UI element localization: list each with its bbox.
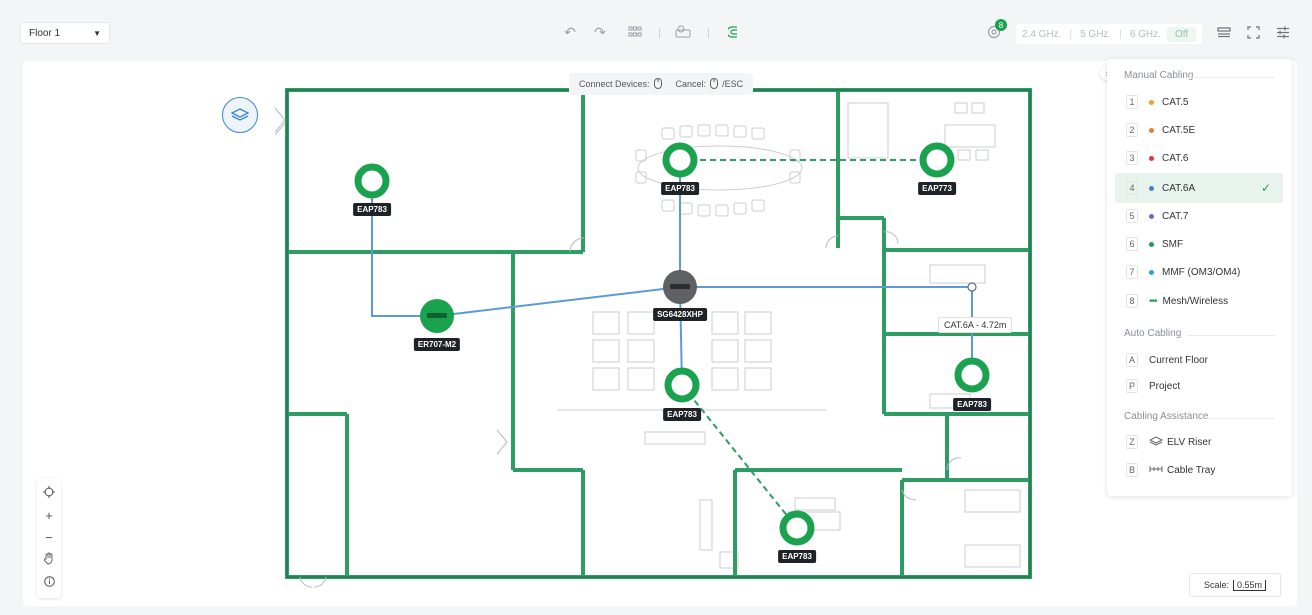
cable-color-dot xyxy=(1149,269,1154,275)
cable-option-label: CAT.6 xyxy=(1162,152,1189,164)
assist-elv-riser[interactable]: Z ELV Riser xyxy=(1115,429,1283,455)
cable-option-cat6a[interactable]: 4 CAT.6A ✓ xyxy=(1115,173,1283,203)
device-label: EAP783 xyxy=(953,398,991,411)
cable-color-dot xyxy=(1149,155,1154,161)
mouse-left-icon xyxy=(653,77,662,91)
device-label: EAP783 xyxy=(778,550,816,563)
auto-cabling-title: Auto Cabling xyxy=(1124,328,1182,339)
eap783-device-1 xyxy=(354,163,390,199)
connect-hint-text: Connect Devices: xyxy=(579,79,650,89)
cable-tray-icon xyxy=(1149,464,1163,477)
auto-cabling-current-floor[interactable]: A Current Floor xyxy=(1115,347,1283,373)
section-divider xyxy=(1207,418,1275,419)
shortcut-key: A xyxy=(1126,353,1138,367)
scale-value: 0.55m xyxy=(1233,579,1267,591)
cable-option-cat5[interactable]: 1 CAT.5 xyxy=(1115,89,1283,115)
layers-icon xyxy=(231,108,249,121)
cable-option-label: MMF (OM3/OM4) xyxy=(1162,266,1241,278)
cabling-panel: Manual Cabling 1 CAT.5 2 CAT.5E 3 CAT.6 … xyxy=(1107,59,1292,496)
shortcut-key: 5 xyxy=(1126,209,1138,223)
mesh-link-lower xyxy=(681,384,798,529)
walls xyxy=(285,88,1032,579)
eap783-device-3 xyxy=(664,367,700,403)
cable-option-label: CAT.7 xyxy=(1162,210,1189,222)
router-device xyxy=(420,299,454,333)
eap773-device xyxy=(919,142,955,178)
cable-color-dot xyxy=(1149,127,1154,133)
riser-icon xyxy=(1148,435,1164,449)
auto-option-label: Current Floor xyxy=(1149,354,1208,366)
eap783-device-5 xyxy=(779,510,815,546)
cable-eap-er707 xyxy=(371,181,437,317)
shortcut-key: 1 xyxy=(1126,95,1138,109)
cable-option-label: CAT.5E xyxy=(1162,124,1196,136)
layers-button[interactable] xyxy=(222,97,258,133)
mouse-right-icon xyxy=(710,77,719,91)
cable-option-cat7[interactable]: 5 CAT.7 xyxy=(1115,203,1283,229)
assist-option-label: ELV Riser xyxy=(1167,436,1212,448)
locate-icon[interactable] xyxy=(43,485,55,501)
shortcut-key: 7 xyxy=(1126,265,1138,279)
section-divider xyxy=(1187,335,1275,336)
cable-option-mmf[interactable]: 7 MMF (OM3/OM4) xyxy=(1115,259,1283,285)
auto-option-label: Project xyxy=(1149,380,1181,392)
shortcut-key: 4 xyxy=(1126,181,1138,195)
device-label: EAP783 xyxy=(661,182,699,195)
cable-option-label: CAT.6A xyxy=(1162,182,1196,194)
shortcut-key: 6 xyxy=(1126,237,1138,251)
info-icon[interactable] xyxy=(43,575,55,590)
esc-hint-text: /ESC xyxy=(722,79,744,89)
eap783-device-4 xyxy=(954,357,990,393)
cable-option-label: SMF xyxy=(1162,238,1184,250)
cancel-hint-text: Cancel: xyxy=(675,79,707,89)
scale-label: Scale: xyxy=(1203,580,1229,590)
cable-color-dot xyxy=(1149,185,1154,191)
pan-hand-icon[interactable] xyxy=(43,552,55,568)
cable-length-tooltip: CAT.6A - 4.72m xyxy=(938,317,1013,333)
shortcut-key: 3 xyxy=(1126,151,1138,165)
cable-color-dot xyxy=(1149,213,1154,219)
connect-hint: Connect Devices: Cancel: /ESC xyxy=(569,73,754,95)
manual-cabling-title: Manual Cabling xyxy=(1124,70,1194,81)
checkmark-icon: ✓ xyxy=(1260,181,1271,195)
cable-option-cat5e[interactable]: 2 CAT.5E xyxy=(1115,117,1283,143)
auto-cabling-project[interactable]: P Project xyxy=(1115,373,1283,399)
device-label: EAP783 xyxy=(353,203,391,216)
cabling-assistance-title: Cabling Assistance xyxy=(1124,411,1209,422)
map-tools: + − xyxy=(37,478,61,598)
dashed-line-icon: ••• xyxy=(1149,295,1157,307)
zoom-in-icon[interactable]: + xyxy=(45,508,53,523)
shortcut-key: 8 xyxy=(1126,294,1138,308)
cable-bend-point xyxy=(967,282,977,292)
zoom-out-icon[interactable]: − xyxy=(45,530,53,545)
cable-color-dot xyxy=(1149,99,1154,105)
shortcut-key: P xyxy=(1126,379,1138,393)
assist-cable-tray[interactable]: B Cable Tray xyxy=(1115,457,1283,483)
cable-option-smf[interactable]: 6 SMF xyxy=(1115,231,1283,257)
shortcut-key: 2 xyxy=(1126,123,1138,137)
section-divider xyxy=(1187,77,1275,78)
device-label: EAP773 xyxy=(918,182,956,195)
cable-option-mesh[interactable]: 8 ••• Mesh/Wireless xyxy=(1115,288,1283,314)
device-label: SG6428XHP xyxy=(653,308,707,321)
shortcut-key: Z xyxy=(1126,435,1138,449)
cable-color-dot xyxy=(1149,241,1154,247)
device-label: ER707-M2 xyxy=(413,338,461,351)
switch-device xyxy=(663,270,697,304)
cable-option-label: CAT.5 xyxy=(1162,96,1189,108)
assist-option-label: Cable Tray xyxy=(1167,464,1216,476)
device-label: EAP783 xyxy=(663,408,701,421)
scale-indicator: Scale: 0.55m xyxy=(1189,573,1281,597)
cable-option-label: Mesh/Wireless xyxy=(1162,295,1229,307)
eap783-device-2 xyxy=(662,142,698,178)
cable-option-cat6[interactable]: 3 CAT.6 xyxy=(1115,145,1283,171)
shortcut-key: B xyxy=(1126,463,1138,477)
